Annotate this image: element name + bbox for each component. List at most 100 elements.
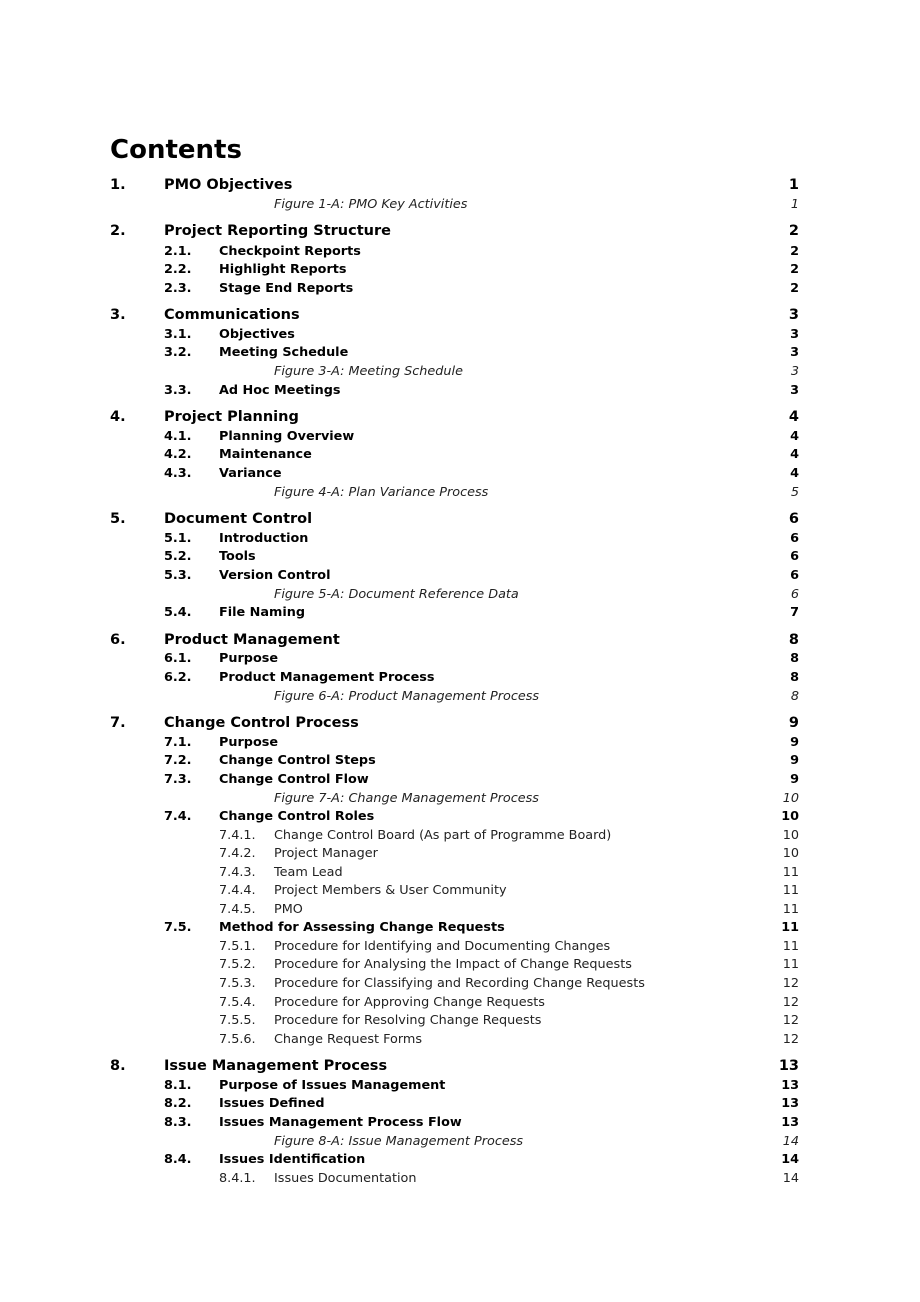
toc-figure-entry[interactable]: Figure 4-A: Plan Variance Process 5 <box>0 484 920 502</box>
toc-entry-page-number[interactable]: 12 <box>783 975 799 993</box>
toc-entry-page-number[interactable]: 11 <box>783 956 799 974</box>
toc-entry-l2[interactable]: 5.1. Introduction 6 <box>0 530 920 548</box>
toc-entry-label[interactable]: Figure 3-A: Meeting Schedule <box>274 363 463 381</box>
toc-entry-page-number[interactable]: 3 <box>790 344 799 362</box>
toc-entry-label[interactable]: Issues Defined <box>219 1095 325 1113</box>
toc-figure-entry[interactable]: Figure 5-A: Document Reference Data 6 <box>0 586 920 604</box>
toc-entry-page-number[interactable]: 4 <box>790 428 799 446</box>
toc-entry-label[interactable]: Figure 1-A: PMO Key Activities <box>274 196 467 214</box>
toc-entry-l2[interactable]: 4.2. Maintenance 4 <box>0 446 920 464</box>
toc-entry-l2[interactable]: 4.1. Planning Overview 4 <box>0 428 920 446</box>
toc-entry-page-number[interactable]: 11 <box>783 864 799 882</box>
toc-entry-page-number[interactable]: 3 <box>790 326 799 344</box>
toc-entry-label[interactable]: Variance <box>219 465 282 483</box>
toc-entry-page-number[interactable]: 8 <box>791 688 799 706</box>
toc-entry-l1[interactable]: 8. Issue Management Process 13 <box>0 1057 920 1075</box>
toc-entry-label[interactable]: Figure 8-A: Issue Management Process <box>274 1133 523 1151</box>
toc-entry-page-number[interactable]: 6 <box>790 530 799 548</box>
toc-entry-label[interactable]: Meeting Schedule <box>219 344 348 362</box>
toc-entry-l2[interactable]: 5.4. File Naming 7 <box>0 604 920 622</box>
toc-entry-l3[interactable]: 7.4.2. Project Manager 10 <box>0 845 920 863</box>
toc-entry-label[interactable]: Issues Management Process Flow <box>219 1114 462 1132</box>
toc-entry-l2[interactable]: 8.1. Purpose of Issues Management 13 <box>0 1077 920 1095</box>
toc-entry-page-number[interactable]: 13 <box>779 1057 799 1075</box>
toc-entry-l3[interactable]: 7.5.6. Change Request Forms 12 <box>0 1031 920 1049</box>
toc-entry-l1[interactable]: 7. Change Control Process 9 <box>0 714 920 732</box>
toc-figure-entry[interactable]: Figure 3-A: Meeting Schedule 3 <box>0 363 920 381</box>
toc-entry-l1[interactable]: 3. Communications 3 <box>0 306 920 324</box>
toc-entry-page-number[interactable]: 9 <box>790 734 799 752</box>
toc-entry-l3[interactable]: 7.4.1. Change Control Board (As part of P… <box>0 827 920 845</box>
toc-entry-label[interactable]: Change Control Process <box>164 714 359 732</box>
toc-entry-label[interactable]: Planning Overview <box>219 428 354 446</box>
toc-entry-label[interactable]: Issue Management Process <box>164 1057 387 1075</box>
toc-entry-page-number[interactable]: 10 <box>783 790 799 808</box>
toc-entry-page-number[interactable]: 2 <box>790 261 799 279</box>
toc-entry-label[interactable]: Purpose <box>219 650 278 668</box>
toc-entry-l2[interactable]: 6.1. Purpose 8 <box>0 650 920 668</box>
toc-entry-l3[interactable]: 8.4.1. Issues Documentation 14 <box>0 1170 920 1188</box>
toc-entry-l2[interactable]: 8.4. Issues Identification 14 <box>0 1151 920 1169</box>
toc-entry-label[interactable]: Project Planning <box>164 408 299 426</box>
toc-entry-label[interactable]: Stage End Reports <box>219 280 353 298</box>
toc-entry-label[interactable]: Project Reporting Structure <box>164 222 391 240</box>
toc-entry-label[interactable]: Highlight Reports <box>219 261 347 279</box>
toc-figure-entry[interactable]: Figure 1-A: PMO Key Activities 1 <box>0 196 920 214</box>
toc-entry-label[interactable]: Document Control <box>164 510 312 528</box>
toc-entry-label[interactable]: File Naming <box>219 604 305 622</box>
toc-entry-label[interactable]: Issues Documentation <box>274 1170 416 1188</box>
toc-entry-page-number[interactable]: 10 <box>783 827 799 845</box>
toc-entry-page-number[interactable]: 3 <box>790 382 799 400</box>
toc-entry-label[interactable]: Issues Identification <box>219 1151 365 1169</box>
toc-entry-label[interactable]: Method for Assessing Change Requests <box>219 919 505 937</box>
toc-figure-entry[interactable]: Figure 8-A: Issue Management Process 14 <box>0 1133 920 1151</box>
toc-entry-page-number[interactable]: 2 <box>790 243 799 261</box>
toc-figure-entry[interactable]: Figure 6-A: Product Management Process 8 <box>0 688 920 706</box>
toc-entry-l1[interactable]: 1. PMO Objectives 1 <box>0 176 920 194</box>
toc-entry-label[interactable]: Purpose <box>219 734 278 752</box>
toc-entry-l2[interactable]: 7.5. Method for Assessing Change Requests… <box>0 919 920 937</box>
toc-entry-label[interactable]: Change Control Roles <box>219 808 374 826</box>
toc-entry-label[interactable]: Introduction <box>219 530 308 548</box>
toc-entry-page-number[interactable]: 12 <box>783 994 799 1012</box>
toc-entry-page-number[interactable]: 3 <box>791 363 799 381</box>
toc-entry-label[interactable]: Change Control Board (As part of Program… <box>274 827 611 845</box>
toc-entry-l2[interactable]: 7.3. Change Control Flow 9 <box>0 771 920 789</box>
toc-entry-page-number[interactable]: 12 <box>783 1031 799 1049</box>
toc-entry-label[interactable]: Figure 7-A: Change Management Process <box>274 790 539 808</box>
toc-entry-label[interactable]: Purpose of Issues Management <box>219 1077 445 1095</box>
toc-entry-label[interactable]: Project Members & User Community <box>274 882 507 900</box>
toc-entry-l2[interactable]: 5.2. Tools 6 <box>0 548 920 566</box>
toc-figure-entry[interactable]: Figure 7-A: Change Management Process 10 <box>0 790 920 808</box>
toc-entry-l2[interactable]: 3.3. Ad Hoc Meetings 3 <box>0 382 920 400</box>
toc-entry-l2[interactable]: 7.1. Purpose 9 <box>0 734 920 752</box>
toc-entry-label[interactable]: Product Management Process <box>219 669 435 687</box>
toc-entry-page-number[interactable]: 11 <box>781 919 799 937</box>
toc-entry-page-number[interactable]: 2 <box>789 222 799 240</box>
toc-entry-page-number[interactable]: 11 <box>783 882 799 900</box>
toc-entry-page-number[interactable]: 11 <box>783 901 799 919</box>
toc-entry-label[interactable]: Product Management <box>164 631 340 649</box>
toc-entry-page-number[interactable]: 8 <box>790 650 799 668</box>
toc-entry-l3[interactable]: 7.4.4. Project Members & User Community 11 <box>0 882 920 900</box>
toc-entry-page-number[interactable]: 8 <box>789 631 799 649</box>
toc-entry-label[interactable]: Team Lead <box>274 864 343 882</box>
toc-entry-page-number[interactable]: 6 <box>790 567 799 585</box>
toc-entry-l1[interactable]: 4. Project Planning 4 <box>0 408 920 426</box>
toc-entry-l2[interactable]: 4.3. Variance 4 <box>0 465 920 483</box>
toc-entry-l1[interactable]: 2. Project Reporting Structure 2 <box>0 222 920 240</box>
toc-entry-page-number[interactable]: 2 <box>790 280 799 298</box>
toc-entry-label[interactable]: Objectives <box>219 326 295 344</box>
toc-entry-label[interactable]: Checkpoint Reports <box>219 243 361 261</box>
toc-entry-label[interactable]: Project Manager <box>274 845 378 863</box>
toc-entry-label[interactable]: Change Control Steps <box>219 752 376 770</box>
toc-entry-l2[interactable]: 2.1. Checkpoint Reports 2 <box>0 243 920 261</box>
toc-entry-page-number[interactable]: 8 <box>790 669 799 687</box>
toc-entry-label[interactable]: Version Control <box>219 567 330 585</box>
toc-entry-label[interactable]: Ad Hoc Meetings <box>219 382 341 400</box>
toc-entry-l2[interactable]: 3.1. Objectives 3 <box>0 326 920 344</box>
toc-entry-page-number[interactable]: 12 <box>783 1012 799 1030</box>
toc-entry-label[interactable]: Communications <box>164 306 300 324</box>
toc-entry-page-number[interactable]: 14 <box>783 1133 799 1151</box>
toc-entry-page-number[interactable]: 13 <box>781 1077 799 1095</box>
